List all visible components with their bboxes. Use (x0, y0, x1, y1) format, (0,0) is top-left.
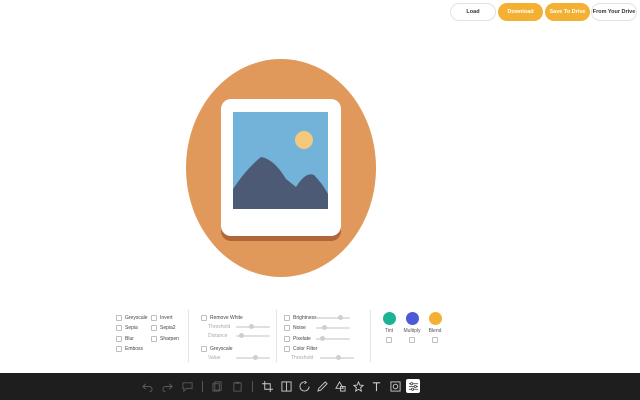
slider-knob[interactable] (238, 333, 244, 338)
value-label: Value (208, 355, 221, 361)
remove-white-label: Remove White (210, 315, 243, 321)
brightness-slider[interactable] (316, 315, 350, 320)
flip-icon[interactable] (279, 379, 293, 393)
slider-knob[interactable] (337, 315, 343, 320)
text-icon[interactable] (369, 379, 383, 393)
comment-icon[interactable] (180, 379, 194, 393)
slider-knob[interactable] (321, 325, 327, 330)
pixelate-checkbox[interactable] (284, 336, 290, 342)
multiply-label: Multiply (403, 328, 421, 334)
greyscale2-checkbox[interactable] (201, 346, 207, 352)
greyscale2-label: Greyscale (210, 346, 233, 352)
blur-label: Blur (125, 336, 134, 342)
noise-checkbox[interactable] (284, 325, 290, 331)
save-to-drive-button[interactable]: Save To Drive (545, 3, 590, 21)
sharpen-label: Sharpen (160, 336, 179, 342)
crop-icon[interactable] (260, 379, 274, 393)
toolbar-separator (252, 381, 253, 392)
slider-knob[interactable] (320, 336, 326, 341)
filter-invert[interactable]: Invert (151, 315, 173, 321)
invert-label: Invert (160, 315, 173, 321)
draw-icon[interactable] (315, 379, 329, 393)
sepia-checkbox[interactable] (116, 325, 122, 331)
filter-brightness[interactable]: Brightness (284, 315, 317, 321)
bottom-toolbar (0, 373, 640, 400)
mask-icon[interactable] (388, 379, 402, 393)
filter-blur[interactable]: Blur (116, 336, 134, 342)
slider-knob[interactable] (253, 355, 259, 360)
filter-icon[interactable] (406, 379, 420, 393)
panel-divider (188, 310, 189, 362)
pixelate-label: Pixelate (293, 336, 311, 342)
sepia2-checkbox[interactable] (151, 325, 157, 331)
greyscale-checkbox[interactable] (116, 315, 122, 321)
filter-remove-white[interactable]: Remove White (201, 315, 243, 321)
undo-icon[interactable] (140, 379, 154, 393)
color-threshold-slider[interactable] (320, 355, 354, 360)
copy-icon[interactable] (210, 379, 224, 393)
star-icon[interactable] (351, 379, 365, 393)
color-filter-checkbox[interactable] (284, 346, 290, 352)
redo-icon[interactable] (160, 379, 174, 393)
rotate-icon[interactable] (297, 379, 311, 393)
threshold-slider[interactable] (236, 324, 270, 329)
multiply-checkbox[interactable] (409, 337, 415, 343)
shapes-icon[interactable] (333, 379, 347, 393)
photo-sun (295, 131, 313, 149)
filter-noise[interactable]: Noise (284, 325, 306, 331)
noise-slider[interactable] (316, 325, 350, 330)
from-your-drive-button[interactable]: From Your Drive (591, 3, 637, 21)
blur-checkbox[interactable] (116, 336, 122, 342)
paste-icon[interactable] (230, 379, 244, 393)
distance-slider[interactable] (236, 333, 270, 338)
panel-divider (276, 310, 277, 362)
panel-divider (370, 310, 371, 362)
sepia-label: Sepia (125, 325, 138, 331)
noise-label: Noise (293, 325, 306, 331)
filter-greyscale-2[interactable]: Greyscale (201, 346, 233, 352)
pixelate-slider[interactable] (316, 336, 350, 341)
blend-label: Blend (428, 328, 442, 334)
load-button[interactable]: Load (450, 3, 496, 21)
color-threshold-label: Threshold (291, 355, 314, 361)
slider-knob[interactable] (335, 355, 341, 360)
sharpen-checkbox[interactable] (151, 336, 157, 342)
filter-sepia[interactable]: Sepia (116, 325, 138, 331)
color-filter-label: Color Filter (293, 346, 318, 352)
remove-white-checkbox[interactable] (201, 315, 207, 321)
value-slider[interactable] (236, 355, 270, 360)
tint-color-swatch[interactable] (383, 312, 396, 325)
brightness-checkbox[interactable] (284, 315, 290, 321)
filter-sharpen[interactable]: Sharpen (151, 336, 179, 342)
canvas-image[interactable] (186, 59, 376, 277)
emboss-checkbox[interactable] (116, 346, 122, 352)
slider-knob[interactable] (249, 324, 255, 329)
threshold-label: Threshold (208, 324, 231, 330)
filter-color-filter[interactable]: Color Filter (284, 346, 317, 352)
download-button[interactable]: Download (498, 3, 543, 21)
blend-checkbox[interactable] (432, 337, 438, 343)
blend-color-swatch[interactable] (429, 312, 442, 325)
multiply-color-swatch[interactable] (406, 312, 419, 325)
filter-emboss[interactable]: Emboss (116, 346, 143, 352)
invert-checkbox[interactable] (151, 315, 157, 321)
tint-label: Tint (384, 328, 394, 334)
filter-greyscale[interactable]: Greyscale (116, 315, 148, 321)
greyscale-label: Greyscale (125, 315, 148, 321)
brightness-label: Brightness (293, 315, 317, 321)
filter-sepia2[interactable]: Sepia2 (151, 325, 176, 331)
tint-checkbox[interactable] (386, 337, 392, 343)
emboss-label: Emboss (125, 346, 144, 352)
toolbar-separator (202, 381, 203, 392)
filter-pixelate[interactable]: Pixelate (284, 336, 311, 342)
distance-label: Distance (208, 333, 228, 339)
sepia2-label: Sepia2 (160, 325, 176, 331)
